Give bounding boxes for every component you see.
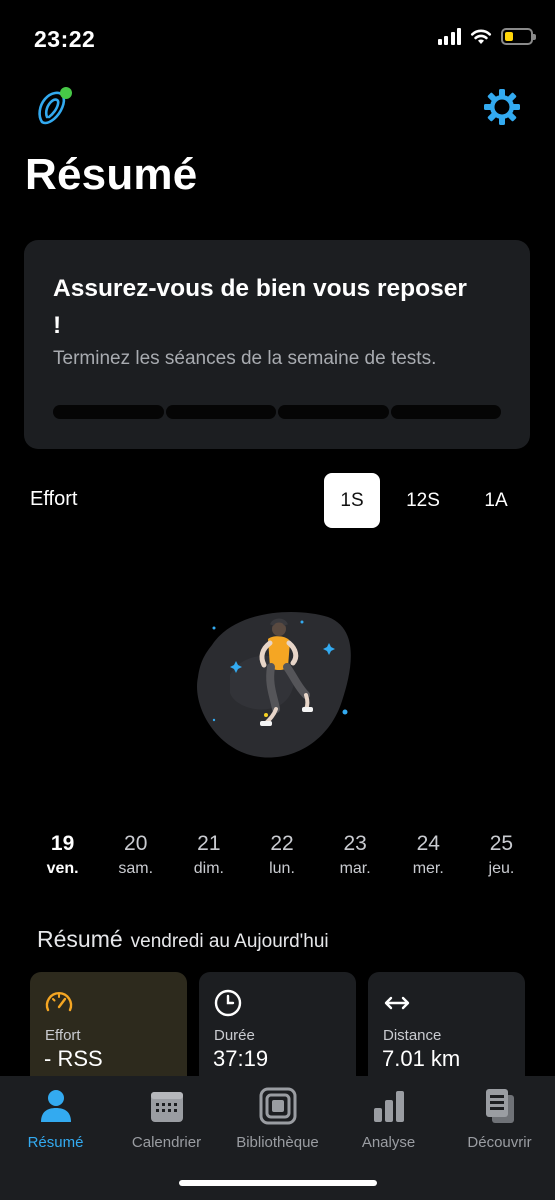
day-number: 20 [124,832,148,855]
tab-calendrier[interactable]: Calendrier [111,1086,222,1151]
library-icon [259,1087,296,1125]
day-number: 19 [50,832,75,855]
day-20[interactable]: 20 sam. [99,832,172,878]
tab-decouvrir[interactable]: Découvrir [444,1086,555,1151]
tab-bibliotheque[interactable]: Bibliothèque [222,1086,333,1151]
summary-date-range: vendredi au Aujourd'hui [130,931,329,952]
cellular-signal-icon [437,28,461,45]
metric-label: Effort [45,1027,81,1044]
progress-segment [278,405,389,419]
articles-icon [485,1089,514,1123]
day-number: 21 [197,832,221,855]
range-12s-button[interactable]: 12S [395,473,451,528]
metric-label: Durée [214,1027,255,1044]
day-name: sam. [118,860,154,877]
progress-segment [390,405,501,419]
metric-value: 37:19 [213,1046,269,1071]
bar-chart-icon [373,1091,404,1122]
day-selector: 19 ven. 20 sam. 21 dim. 22 lun. 23 mar. … [26,832,538,878]
runner-illustration [197,612,351,758]
tab-label: Bibliothèque [236,1134,319,1151]
progress-segment [165,405,276,419]
status-icons [437,28,536,45]
wifi-icon [470,29,492,44]
rest-reminder-card[interactable]: Assurez-vous de bien vous reposer ! Term… [24,240,530,449]
metric-label: Distance [383,1027,442,1044]
day-19[interactable]: 19 ven. [26,832,99,878]
calendar-icon [150,1092,183,1122]
page-title: Résumé [25,150,198,199]
summary-title: Résumé [37,926,123,952]
battery-icon [501,28,536,45]
card-subtitle: Terminez les séances de la semaine de te… [53,348,437,369]
settings-gear-icon[interactable] [483,88,521,126]
effort-metric-card[interactable]: Effort - RSS [30,972,187,1092]
day-name: mer. [412,860,444,877]
tab-analyse[interactable]: Analyse [333,1086,444,1151]
range-1s-button[interactable]: 1S [324,473,380,528]
metric-value: - RSS [44,1046,103,1071]
person-icon [40,1090,71,1122]
day-name: lun. [269,860,295,877]
arrows-horizontal-icon [384,996,410,1010]
test-week-progress [53,405,501,419]
tab-label: Analyse [361,1134,416,1151]
day-number: 22 [270,832,294,855]
tab-label: Calendrier [131,1134,202,1151]
gauge-icon [45,992,73,1012]
app-logo-icon[interactable] [34,86,76,128]
effort-label: Effort [30,488,78,510]
card-title: Assurez-vous de bien vous reposer ! [53,275,467,339]
summary-header: Résumé vendredi au Aujourd'hui [37,926,329,953]
day-number: 24 [416,832,440,855]
clock-icon [214,989,242,1017]
distance-metric-card[interactable]: Distance 7.01 km [368,972,525,1092]
status-time: 23:22 [34,26,96,52]
day-name: jeu. [488,860,515,877]
tab-label: Découvrir [467,1134,532,1151]
day-name: dim. [193,860,224,877]
status-bar: 23:22 [0,0,555,80]
day-22[interactable]: 22 lun. [245,832,318,878]
duration-metric-card[interactable]: Durée 37:19 [199,972,356,1092]
progress-segment [53,405,164,419]
day-name: mar. [339,860,371,877]
range-1a-button[interactable]: 1A [468,473,524,528]
day-name: ven. [46,860,79,877]
day-21[interactable]: 21 dim. [172,832,245,878]
metric-value: 7.01 km [382,1046,461,1071]
day-25[interactable]: 25 jeu. [465,832,538,878]
tab-resume[interactable]: Résumé [0,1086,111,1151]
day-24[interactable]: 24 mer. [392,832,465,878]
tab-label: Résumé [27,1134,84,1151]
day-number: 23 [343,832,367,855]
day-23[interactable]: 23 mar. [319,832,392,878]
day-number: 25 [489,832,514,855]
home-indicator[interactable] [179,1180,377,1186]
